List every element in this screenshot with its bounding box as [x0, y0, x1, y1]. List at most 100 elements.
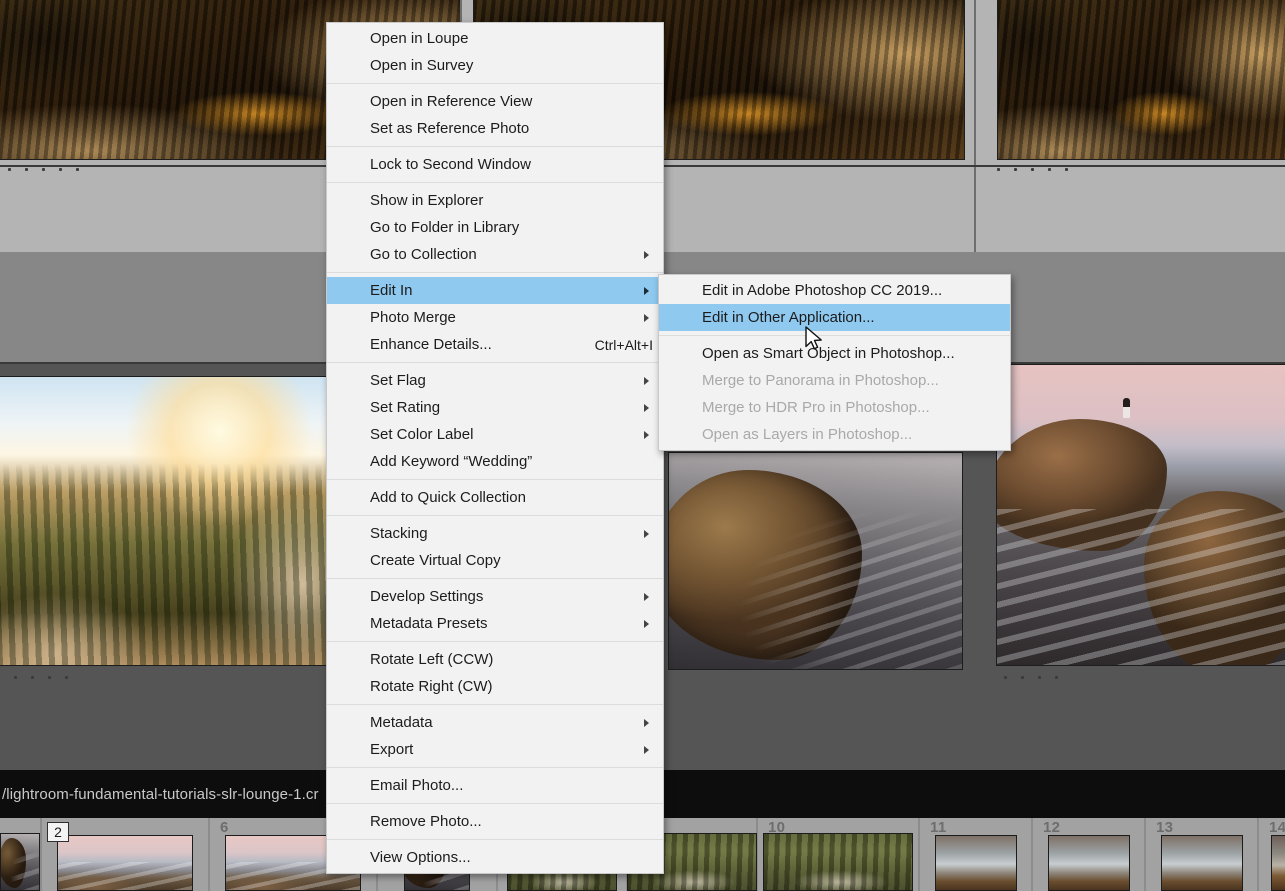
menu-item-view-options[interactable]: View Options... — [327, 844, 663, 871]
menu-item-metadata[interactable]: Metadata — [327, 709, 663, 736]
menu-item-label: Enhance Details... — [370, 336, 492, 353]
stack-count-badge[interactable]: 2 — [47, 822, 69, 842]
menu-item-label: Go to Folder in Library — [370, 219, 519, 236]
photo-sea-pink-sky — [58, 836, 192, 890]
photo-thumbnail[interactable] — [668, 452, 963, 670]
filmstrip-cell[interactable]: 12 — [1033, 818, 1146, 891]
menu-item-metadata-presets[interactable]: Metadata Presets — [327, 610, 663, 637]
menu-item-set-as-reference-photo[interactable]: Set as Reference Photo — [327, 115, 663, 142]
chevron-right-icon — [644, 377, 649, 385]
menu-item-label: Edit in Other Application... — [702, 309, 875, 326]
photo-thumbnail[interactable] — [0, 376, 330, 666]
menu-separator — [327, 767, 663, 768]
menu-item-label: Edit In — [370, 282, 413, 299]
filmstrip-cell[interactable] — [0, 818, 42, 891]
filmstrip-thumbnail[interactable] — [763, 833, 913, 891]
grid-cell-3[interactable] — [976, 0, 1285, 252]
menu-item-open-in-reference-view[interactable]: Open in Reference View — [327, 88, 663, 115]
menu-item-rotate-left-ccw[interactable]: Rotate Left (CCW) — [327, 646, 663, 673]
menu-item-set-flag[interactable]: Set Flag — [327, 367, 663, 394]
filmstrip-cell[interactable]: 52 — [42, 818, 210, 891]
filmstrip-cell[interactable]: 11 — [920, 818, 1033, 891]
menu-item-label: Open as Layers in Photoshop... — [702, 426, 912, 443]
filmstrip-index-label: 13 — [1156, 819, 1173, 836]
menu-item-rotate-right-cw[interactable]: Rotate Right (CW) — [327, 673, 663, 700]
menu-item-label: Metadata — [370, 714, 433, 731]
menu-item-label: Set Flag — [370, 372, 426, 389]
menu-item-set-color-label[interactable]: Set Color Label — [327, 421, 663, 448]
menu-item-create-virtual-copy[interactable]: Create Virtual Copy — [327, 547, 663, 574]
filename-text: /lightroom-fundamental-tutorials-slr-lou… — [0, 786, 319, 803]
menu-item-set-rating[interactable]: Set Rating — [327, 394, 663, 421]
menu-item-open-in-loupe[interactable]: Open in Loupe — [327, 25, 663, 52]
filmstrip-thumbnail[interactable] — [1161, 835, 1243, 891]
menu-item-label: Remove Photo... — [370, 813, 482, 830]
menu-separator — [327, 704, 663, 705]
filmstrip-thumbnail[interactable] — [935, 835, 1017, 891]
submenu-item-edit-in-other-application[interactable]: Edit in Other Application... — [659, 304, 1010, 331]
menu-separator — [327, 182, 663, 183]
menu-item-label: Open as Smart Object in Photoshop... — [702, 345, 955, 362]
filmstrip-thumbnail[interactable] — [0, 833, 40, 891]
menu-item-label: Show in Explorer — [370, 192, 483, 209]
menu-item-develop-settings[interactable]: Develop Settings — [327, 583, 663, 610]
menu-item-go-to-folder-in-library[interactable]: Go to Folder in Library — [327, 214, 663, 241]
submenu-item-edit-in-adobe-photoshop-cc-2019[interactable]: Edit in Adobe Photoshop CC 2019... — [659, 277, 1010, 304]
photo-canyon-dark-right — [998, 0, 1285, 159]
menu-item-open-in-survey[interactable]: Open in Survey — [327, 52, 663, 79]
filmstrip-cell[interactable]: 14 — [1259, 818, 1285, 891]
filmstrip-thumbnail[interactable] — [1048, 835, 1130, 891]
menu-item-email-photo[interactable]: Email Photo... — [327, 772, 663, 799]
submenu-item-merge-to-panorama-in-photoshop: Merge to Panorama in Photoshop... — [659, 367, 1010, 394]
menu-item-label: Photo Merge — [370, 309, 456, 326]
filmstrip-cell[interactable]: 10 — [758, 818, 920, 891]
menu-item-label: Open in Survey — [370, 57, 473, 74]
menu-item-label: Rotate Right (CW) — [370, 678, 493, 695]
chevron-right-icon — [644, 251, 649, 259]
filmstrip-thumbnail[interactable] — [57, 835, 193, 891]
photo-storm-desert — [1162, 836, 1242, 890]
menu-item-label: Add Keyword “Wedding” — [370, 453, 532, 470]
menu-separator — [327, 83, 663, 84]
photo-storm-desert — [936, 836, 1016, 890]
menu-item-go-to-collection[interactable]: Go to Collection — [327, 241, 663, 268]
photo-coastal-rock-crop — [1, 834, 39, 890]
rating-dots[interactable] — [8, 168, 79, 171]
menu-item-edit-in[interactable]: Edit In — [327, 277, 663, 304]
menu-item-label: Rotate Left (CCW) — [370, 651, 493, 668]
menu-item-enhance-details[interactable]: Enhance Details...Ctrl+Alt+I — [327, 331, 663, 358]
menu-item-photo-merge[interactable]: Photo Merge — [327, 304, 663, 331]
menu-item-label: Add to Quick Collection — [370, 489, 526, 506]
chevron-right-icon — [644, 746, 649, 754]
rating-dots[interactable] — [997, 168, 1068, 171]
menu-item-export[interactable]: Export — [327, 736, 663, 763]
grid-cell-6[interactable] — [990, 364, 1285, 770]
rating-dots[interactable] — [1004, 676, 1058, 679]
photo-thumbnail[interactable] — [996, 364, 1285, 666]
menu-item-label: Export — [370, 741, 413, 758]
menu-item-label: Create Virtual Copy — [370, 552, 501, 569]
menu-item-lock-to-second-window[interactable]: Lock to Second Window — [327, 151, 663, 178]
photo-thumbnail[interactable] — [997, 0, 1285, 160]
menu-item-label: Email Photo... — [370, 777, 463, 794]
menu-item-stacking[interactable]: Stacking — [327, 520, 663, 547]
chevron-right-icon — [644, 314, 649, 322]
submenu-item-open-as-layers-in-photoshop: Open as Layers in Photoshop... — [659, 421, 1010, 448]
chevron-right-icon — [644, 287, 649, 295]
rating-dots[interactable] — [14, 676, 68, 679]
menu-item-remove-photo[interactable]: Remove Photo... — [327, 808, 663, 835]
chevron-right-icon — [644, 719, 649, 727]
submenu-item-open-as-smart-object-in-photoshop[interactable]: Open as Smart Object in Photoshop... — [659, 340, 1010, 367]
menu-item-label: Merge to HDR Pro in Photoshop... — [702, 399, 930, 416]
filmstrip-thumbnail[interactable] — [1271, 835, 1285, 891]
photo-rainbow-desert — [1272, 836, 1285, 890]
menu-item-add-keyword-wedding[interactable]: Add Keyword “Wedding” — [327, 448, 663, 475]
filmstrip-index-label: 12 — [1043, 819, 1060, 836]
menu-item-show-in-explorer[interactable]: Show in Explorer — [327, 187, 663, 214]
filmstrip-cell[interactable]: 13 — [1146, 818, 1259, 891]
grid-cell-4[interactable] — [0, 364, 330, 770]
photo-context-menu[interactable]: Open in Loupe Open in Survey Open in Refer… — [326, 22, 664, 874]
edit-in-submenu[interactable]: Edit in Adobe Photoshop CC 2019... Edit i… — [658, 274, 1011, 451]
menu-item-add-to-quick-collection[interactable]: Add to Quick Collection — [327, 484, 663, 511]
chevron-right-icon — [644, 620, 649, 628]
